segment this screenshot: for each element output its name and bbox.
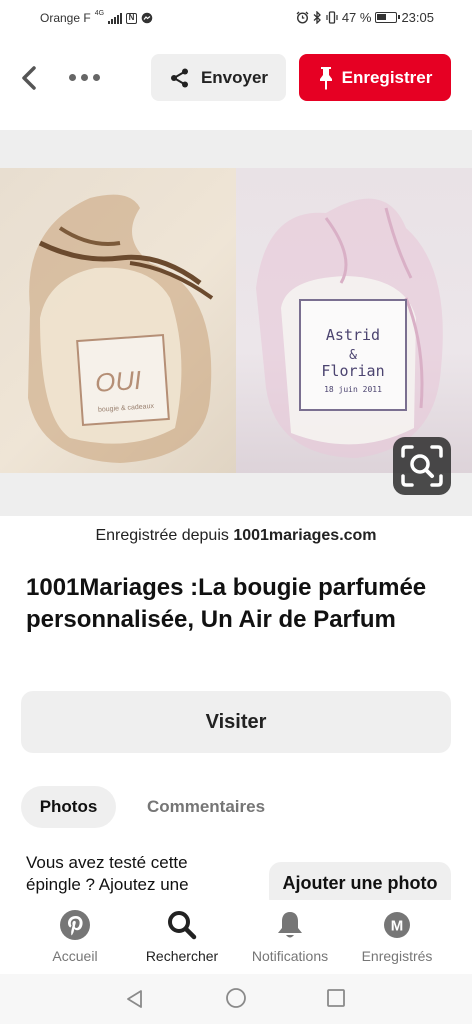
nav-home[interactable]: Accueil <box>21 908 129 964</box>
jar-name-florian: Florian <box>321 362 384 380</box>
candle-photo-oui: OUI bougie & cadeaux <box>0 168 236 473</box>
system-navigation-bar <box>0 974 472 1024</box>
source-prefix: Enregistrée depuis <box>95 527 234 544</box>
visual-search-button[interactable] <box>393 437 451 495</box>
visit-label: Visiter <box>205 710 267 733</box>
signal-icon <box>108 12 123 24</box>
profile-avatar-icon: M <box>380 908 414 942</box>
carrier-name: Orange F <box>40 11 91 25</box>
jar-ampersand: & <box>349 348 357 363</box>
nav-notifications[interactable]: Notifications <box>236 908 344 964</box>
nav-search[interactable]: Rechercher <box>128 908 236 964</box>
send-button[interactable]: Envoyer <box>151 54 286 101</box>
send-label: Envoyer <box>200 67 269 87</box>
clock: 23:05 <box>401 10 434 25</box>
nav-saved-label: Enregistrés <box>361 948 433 964</box>
more-options-button[interactable] <box>64 62 104 92</box>
tab-comments-label: Commentaires <box>146 797 266 816</box>
nav-saved[interactable]: M Enregistrés <box>343 908 451 964</box>
save-label: Enregistrer <box>341 67 433 87</box>
pin-source[interactable]: Enregistrée depuis 1001mariages.com <box>0 527 472 545</box>
add-photo-label: Ajouter une photo <box>282 873 438 893</box>
candle-names-illustration: Astrid & Florian 18 juin 2011 <box>256 198 443 458</box>
save-button[interactable]: Enregistrer <box>299 54 451 101</box>
pinterest-logo-icon <box>58 908 92 942</box>
bell-icon <box>273 908 307 942</box>
nav-home-label: Accueil <box>52 948 98 964</box>
tab-photos-label: Photos <box>39 797 98 816</box>
nfc-icon: N <box>126 12 138 24</box>
dot-icon <box>92 73 100 81</box>
source-domain-link[interactable]: 1001mariages.com <box>233 527 376 544</box>
search-icon <box>165 908 199 942</box>
back-button[interactable] <box>14 60 44 94</box>
jar-name-astrid: Astrid <box>326 326 380 344</box>
network-type: 4G <box>94 9 105 17</box>
visit-button[interactable]: Visiter <box>21 691 451 753</box>
bluetooth-icon <box>313 11 321 24</box>
alarm-icon <box>296 11 309 24</box>
dot-icon <box>68 73 76 81</box>
status-bar: Orange F 4G N 47 % 23:05 <box>0 0 472 36</box>
system-back-icon[interactable] <box>124 988 146 1010</box>
messenger-icon <box>141 12 153 24</box>
status-right: 47 % 23:05 <box>296 10 434 25</box>
arrow-left-icon <box>22 66 36 90</box>
system-recents-icon[interactable] <box>326 988 346 1008</box>
nav-search-label: Rechercher <box>145 948 219 964</box>
vibrate-icon <box>326 11 338 24</box>
bottom-navigation: Accueil Rechercher Notifications M Enreg… <box>0 900 472 974</box>
avatar-letter: M <box>391 918 404 935</box>
system-home-icon[interactable] <box>225 987 247 1009</box>
candle-photo-astrid-florian: Astrid & Florian 18 juin 2011 <box>236 168 472 473</box>
battery-percent: 47 % <box>341 10 372 25</box>
pin-image[interactable]: OUI bougie & cadeaux Astrid & Florian 18… <box>0 130 472 516</box>
jar-label-oui: OUI <box>94 365 142 398</box>
status-left: Orange F 4G N <box>40 9 153 25</box>
dot-icon <box>80 73 88 81</box>
tried-prompt: Vous avez testé cette épingle ? Ajoutez … <box>26 853 189 902</box>
pin-title: 1001Mariages :La bougie parfumée personn… <box>26 574 427 633</box>
pin-icon <box>319 66 332 90</box>
candle-oui-illustration: OUI bougie & cadeaux <box>28 194 214 463</box>
share-icon <box>170 68 188 87</box>
lens-search-icon <box>401 445 443 487</box>
pin-toolbar: Envoyer Enregistrer <box>0 48 472 106</box>
tab-comments[interactable]: Commentaires <box>130 786 282 828</box>
jar-date: 18 juin 2011 <box>324 385 382 394</box>
nav-notifications-label: Notifications <box>251 948 329 964</box>
tab-photos[interactable]: Photos <box>21 786 116 828</box>
battery-icon <box>375 12 401 23</box>
